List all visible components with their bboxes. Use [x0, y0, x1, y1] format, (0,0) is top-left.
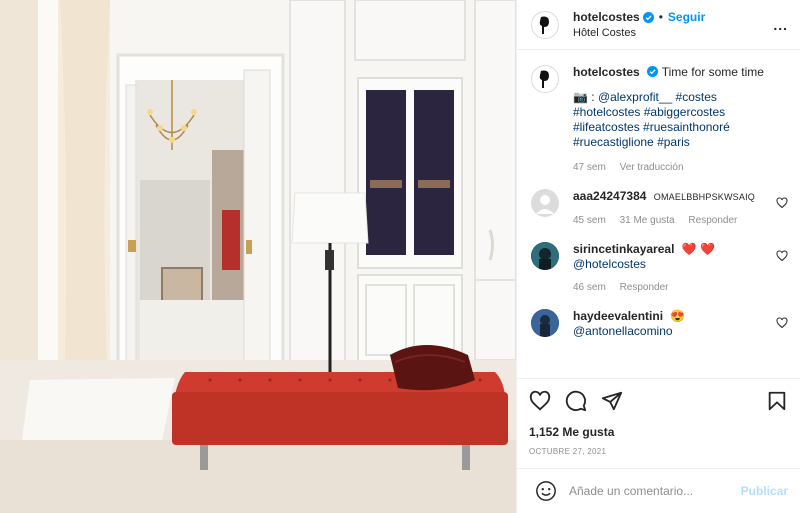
hashtag-link[interactable]: #paris	[657, 135, 690, 149]
header-username[interactable]: hotelcostes	[573, 10, 640, 24]
comment-username[interactable]: aaa24247384	[573, 189, 646, 203]
post-actions: 1,152 Me gusta OCTUBRE 27, 2021	[517, 378, 800, 456]
hashtag-link[interactable]: #ruesainthonoré	[643, 120, 730, 134]
interior-photo-illustration	[0, 0, 516, 513]
post-photo[interactable]	[0, 0, 516, 513]
comment-item: sirincetinkayareal ❤️ ❤️ @hotelcostes 46…	[531, 242, 788, 295]
comment-mention[interactable]: @hotelcostes	[573, 257, 646, 271]
verified-icon	[646, 66, 658, 77]
hashtag-link[interactable]: #ruecastiglione	[573, 135, 654, 149]
profile-photo-icon	[531, 309, 559, 337]
comment-age: 45 sem	[573, 215, 606, 226]
hashtag-link[interactable]: #costes	[676, 90, 717, 104]
reply-button[interactable]: Responder	[688, 215, 737, 226]
comment-mention[interactable]: @antonellacomino	[573, 324, 673, 338]
comment-username[interactable]: haydeevalentini	[573, 309, 663, 323]
caption-age: 47 sem	[573, 162, 606, 173]
post-date: OCTUBRE 27, 2021	[529, 447, 607, 456]
translate-link[interactable]: Ver traducción	[620, 162, 684, 173]
profile-photo-icon	[531, 242, 559, 270]
comment-icon[interactable]	[565, 390, 587, 412]
hashtag-link[interactable]: #lifeatcostes	[573, 120, 640, 134]
heart-icon[interactable]	[529, 390, 551, 412]
caption-item: hotelcostes Time for some time 📷 : @alexp…	[531, 65, 788, 175]
comment-likes[interactable]: 31 Me gusta	[620, 215, 675, 226]
comment-text: OMAELBBHPSKWSAIQ	[653, 192, 755, 202]
comment-username[interactable]: sirincetinkayareal	[573, 242, 674, 256]
comment-item: aaa24247384 OMAELBBHPSKWSAIQ 45 sem 31 M…	[531, 189, 788, 228]
separator-dot: •	[658, 10, 663, 24]
emoji-icon[interactable]	[535, 480, 557, 502]
credit-user-link[interactable]: @alexprofit__	[598, 90, 672, 104]
caption-username[interactable]: hotelcostes	[573, 65, 640, 79]
hotel-logo-icon	[539, 16, 549, 34]
caption-avatar[interactable]	[531, 65, 559, 93]
commenter-avatar[interactable]	[531, 309, 559, 337]
publish-button[interactable]: Publicar	[741, 484, 788, 498]
comments-list: hotelcostes Time for some time 📷 : @alexp…	[517, 57, 800, 372]
commenter-avatar[interactable]	[531, 189, 559, 217]
reply-button[interactable]: Responder	[620, 282, 669, 293]
likes-count[interactable]: 1,152 Me gusta	[529, 425, 788, 439]
caption-text: Time for some time	[661, 65, 764, 79]
hotel-logo-icon	[539, 70, 549, 88]
heart-icon[interactable]	[776, 250, 788, 262]
location-link[interactable]: Hôtel Costes	[573, 27, 773, 39]
credit-prefix: 📷 :	[573, 90, 598, 104]
post-header: hotelcostes • Seguir Hôtel Costes ...	[517, 0, 800, 50]
default-avatar-icon	[536, 195, 554, 214]
heart-icon[interactable]	[776, 317, 788, 329]
comment-text: 😍	[670, 309, 686, 323]
heart-icon[interactable]	[776, 197, 788, 209]
comment-input[interactable]: Añade un comentario...	[569, 484, 741, 498]
caption-tags: 📷 : @alexprofit__ #costes #hotelcostes #…	[573, 90, 788, 150]
hashtag-link[interactable]: #hotelcostes	[573, 105, 640, 119]
comment-item: haydeevalentini 😍 @antonellacomino	[531, 309, 788, 339]
add-comment-bar: Añade un comentario... Publicar	[517, 468, 800, 513]
post-side-panel: hotelcostes • Seguir Hôtel Costes ... ho…	[516, 0, 800, 513]
more-options-icon[interactable]: ...	[773, 17, 788, 33]
profile-avatar[interactable]	[531, 10, 559, 39]
share-icon[interactable]	[601, 390, 623, 412]
follow-button[interactable]: Seguir	[668, 10, 705, 24]
commenter-avatar[interactable]	[531, 242, 559, 270]
hashtag-link[interactable]: #abiggercostes	[644, 105, 725, 119]
verified-icon	[642, 11, 654, 23]
comment-text: ❤️ ❤️	[681, 242, 715, 256]
bookmark-icon[interactable]	[766, 390, 788, 412]
comment-age: 46 sem	[573, 282, 606, 293]
